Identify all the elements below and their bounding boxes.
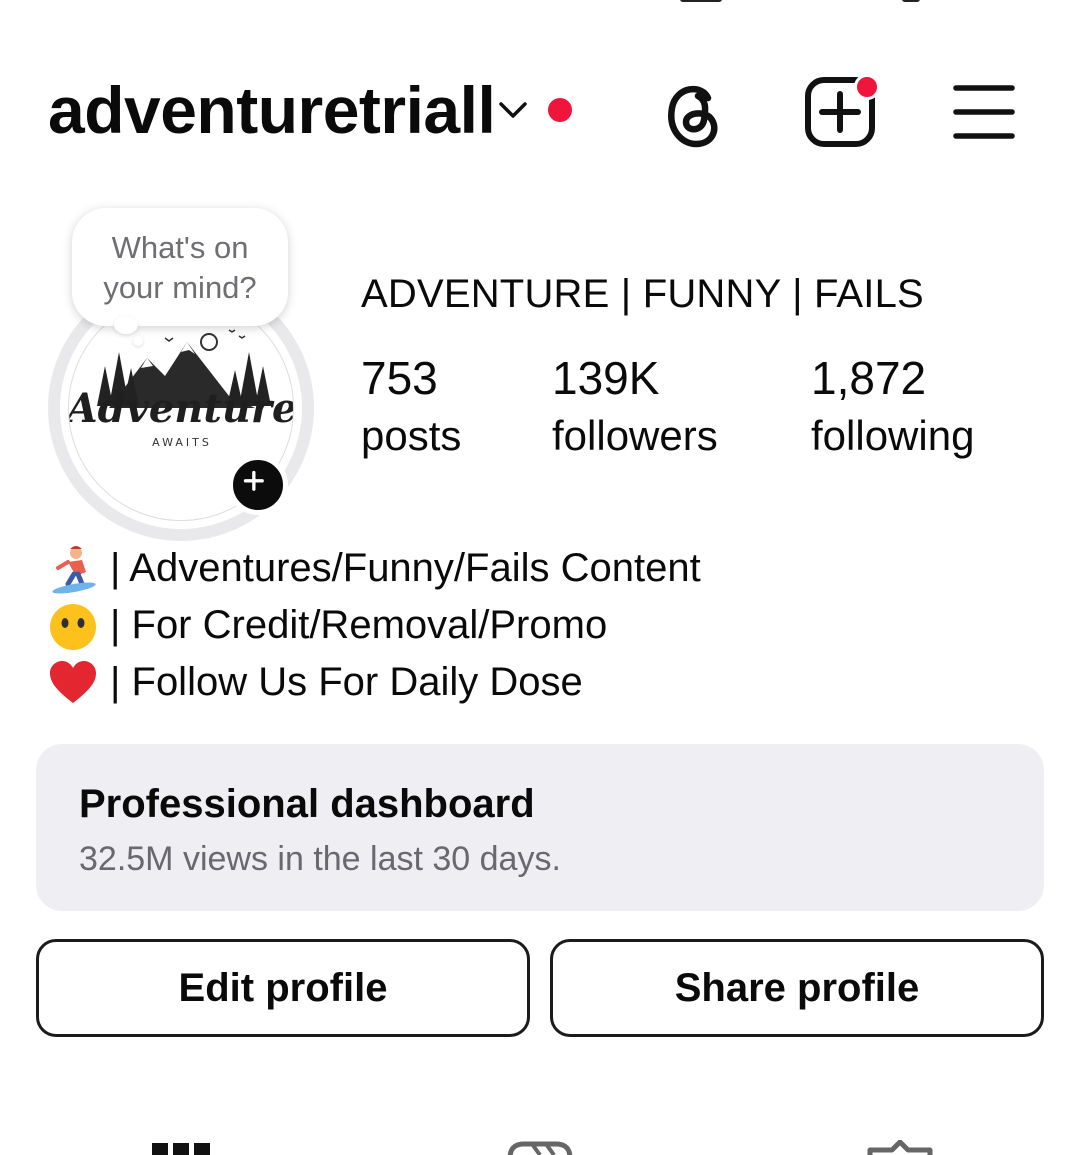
snowboarder-emoji: [52, 545, 96, 593]
note-prompt-line1: What's on: [111, 230, 249, 265]
bio-line: | Follow Us For Daily Dose: [48, 654, 701, 711]
profile-header: adventuretriall: [48, 70, 1038, 160]
posts-count: 753: [361, 352, 438, 404]
following-stat[interactable]: 1,872 following: [811, 350, 974, 466]
bio-line: | Adventures/Funny/Fails Content: [48, 540, 701, 597]
grid-icon[interactable]: [152, 1140, 210, 1155]
note-prompt-line2: your mind?: [103, 270, 257, 305]
profile-bio: | Adventures/Funny/Fails Content | For C…: [48, 540, 701, 711]
add-post-button[interactable]: [804, 74, 880, 148]
followers-stat[interactable]: 139K followers: [552, 350, 718, 466]
note-tail: [114, 316, 138, 334]
svg-text:Adventure: Adventure: [69, 385, 294, 432]
bio-text: | Follow Us For Daily Dose: [110, 660, 583, 704]
posts-stat[interactable]: 753 posts: [361, 350, 461, 466]
share-profile-button[interactable]: Share profile: [550, 939, 1044, 1037]
red-heart-emoji: [50, 660, 96, 703]
professional-dashboard-card[interactable]: Professional dashboard 32.5M views in th…: [36, 744, 1044, 911]
svg-text:AWAITS: AWAITS: [152, 436, 212, 449]
dashboard-subtitle: 32.5M views in the last 30 days.: [79, 840, 561, 878]
posts-label: posts: [361, 412, 462, 459]
edit-profile-button[interactable]: Edit profile: [36, 939, 530, 1037]
notification-dot: [854, 74, 880, 100]
followers-label: followers: [552, 412, 718, 459]
dashboard-title: Professional dashboard: [79, 782, 535, 826]
display-name: ADVENTURE | FUNNY | FAILS: [361, 272, 924, 316]
add-story-icon[interactable]: [228, 455, 288, 515]
status-bar: [0, 0, 1080, 6]
chevron-down-icon[interactable]: [496, 94, 530, 124]
threads-icon[interactable]: [662, 78, 726, 150]
menu-icon[interactable]: [952, 82, 1016, 142]
following-label: following: [811, 412, 975, 459]
followers-count: 139K: [552, 352, 660, 404]
notification-dot: [548, 98, 572, 122]
bio-line: | For Credit/Removal/Promo: [48, 597, 701, 654]
bio-text: | Adventures/Funny/Fails Content: [110, 546, 701, 590]
status-icon: [902, 0, 920, 2]
note-bubble[interactable]: What's on your mind?: [72, 208, 288, 326]
username[interactable]: adventuretriall: [48, 70, 496, 150]
tagged-icon[interactable]: [866, 1140, 934, 1155]
no-mouth-face-emoji: [50, 603, 96, 650]
following-count: 1,872: [811, 352, 927, 404]
note-tail: [133, 336, 143, 346]
reels-icon[interactable]: [506, 1140, 574, 1155]
status-indicator: [680, 0, 722, 2]
bio-text: | For Credit/Removal/Promo: [110, 603, 608, 647]
